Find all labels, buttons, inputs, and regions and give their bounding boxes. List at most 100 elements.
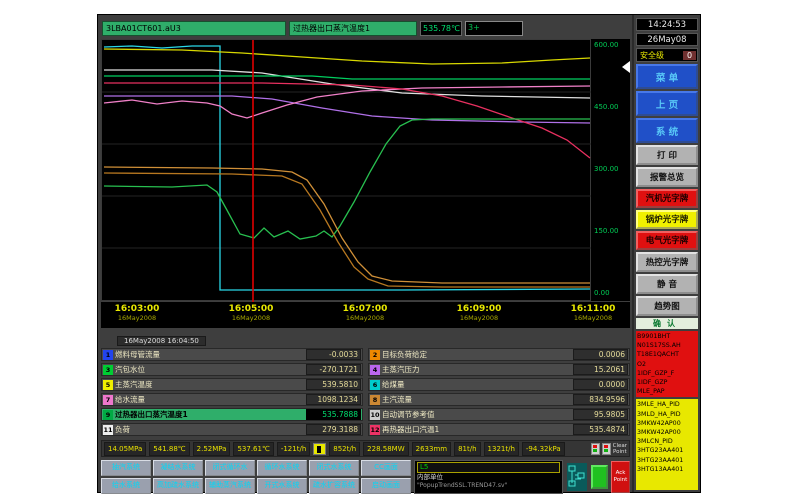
alarm-tag[interactable]: 3MLCN_PID: [637, 437, 697, 446]
trend-plot-area[interactable]: [101, 39, 591, 301]
flowchart-icon[interactable]: [566, 462, 588, 492]
pen9-value: 535.7888: [306, 409, 361, 420]
bottom-bar: 抽汽系统 凝结水系统 闭式循环水 循环水系统 闭式水系统 CC画面 给水系统 高…: [101, 460, 630, 494]
pen-legend-table: 1 燃料母管流量 -0.0033 3 汽包水位 -270.1721 5 主蒸汽温…: [101, 348, 630, 436]
alarm-tag[interactable]: 3MKW42AP00: [637, 419, 697, 428]
clear-point-button[interactable]: ClearPoint: [613, 443, 627, 455]
legend-row-pen9-selected[interactable]: 9 过热器出口蒸汽温度1 535.7888: [101, 408, 363, 421]
status-vacuum: -94.32kPa: [522, 442, 565, 456]
pen4-value: 15.2061: [573, 364, 628, 375]
electrical-annunciator-button[interactable]: 电气光字牌: [636, 231, 698, 250]
legend-row-pen7[interactable]: 7 给水流量 1098.1234: [101, 393, 363, 406]
alarm-tag[interactable]: B9901BHT: [637, 332, 697, 341]
clock-time: 14:24:53: [636, 18, 698, 31]
alarm-tag[interactable]: MLE_PAP: [637, 387, 697, 396]
pen-name-field[interactable]: 过热器出口蒸汽温度1: [289, 21, 417, 36]
clear-point-group[interactable]: ClearPoint: [591, 443, 627, 455]
alarm-tag[interactable]: 3MLD_HA_PID: [637, 410, 697, 419]
pen8-label: 主汽流量: [382, 394, 573, 405]
legend-row-pen5[interactable]: 5 主蒸汽温度 539.5810: [101, 378, 363, 391]
legend-column-left: 1 燃料母管流量 -0.0033 3 汽包水位 -270.1721 5 主蒸汽温…: [101, 348, 363, 436]
pen2-color-chip: 2: [370, 350, 380, 360]
legend-row-pen4[interactable]: 4 主蒸汽压力 15.2061: [368, 363, 630, 376]
nav-btn-5[interactable]: 闭式水系统: [309, 460, 359, 476]
status-value-5: -121t/h: [277, 442, 310, 456]
alarm-tag[interactable]: T18E1QACHT: [637, 350, 697, 359]
alarm-tag[interactable]: O2: [637, 360, 697, 369]
alarm-indicator-box[interactable]: [313, 443, 326, 455]
pen6-label: 给煤量: [382, 379, 573, 390]
time-axis-tick: 16:09:0016May2008: [457, 304, 502, 322]
time-axis-tick: 16:05:0016May2008: [229, 304, 274, 322]
trend-graph-button[interactable]: 趋势图: [636, 296, 698, 316]
pen1-value: -0.0033: [306, 349, 361, 360]
pen4-label: 主蒸汽压力: [382, 364, 573, 375]
legend-row-pen1[interactable]: 1 燃料母管流量 -0.0033: [101, 348, 363, 361]
nav-btn-8[interactable]: 高加疏水系统: [153, 478, 203, 494]
legend-row-pen2[interactable]: 2 目标负荷给定 0.0006: [368, 348, 630, 361]
nav-btn-1[interactable]: 抽汽系统: [101, 460, 151, 476]
system-button[interactable]: 系 统: [636, 118, 698, 143]
legend-row-pen10[interactable]: 10 自动调节参考值 95.9805: [368, 408, 630, 421]
nav-btn-4[interactable]: 循环水系统: [257, 460, 307, 476]
prev-page-button[interactable]: 上 页: [636, 91, 698, 116]
alarm-tag[interactable]: 3HTG13AA401: [637, 465, 697, 474]
nav-btn-11[interactable]: 疏水扩容系统: [309, 478, 359, 494]
clock-date: 26May08: [636, 33, 698, 46]
boiler-annunciator-button[interactable]: 锅炉光字牌: [636, 210, 698, 229]
alarm-tag[interactable]: 3HTG23AA401: [637, 456, 697, 465]
nav-btn-12[interactable]: 启动画面: [361, 478, 411, 494]
pen9-color-chip: 9: [103, 410, 113, 420]
trend-chart: 600.00450.00300.00150.000.00: [101, 39, 632, 301]
legend-row-pen3[interactable]: 3 汽包水位 -270.1721: [101, 363, 363, 376]
green-square-button[interactable]: [591, 465, 608, 489]
ack-point-button[interactable]: AckPoint: [611, 461, 630, 493]
alarm-list-yellow[interactable]: 3MLE_HA_PID 3MLD_HA_PID 3MKW42AP00 3MKW4…: [636, 399, 698, 490]
nav-btn-7[interactable]: 给水系统: [101, 478, 151, 494]
pen1-label: 燃料母管流量: [115, 349, 306, 360]
alarm-summary-button[interactable]: 报警总览: [636, 167, 698, 187]
nav-btn-9[interactable]: 辅助蒸汽系统: [205, 478, 255, 494]
scale-tick: 600.00: [594, 41, 619, 49]
pen8-color-chip: 8: [370, 395, 380, 405]
pen2-value: 0.0006: [573, 349, 628, 360]
pen10-value: 95.9805: [573, 409, 628, 420]
nav-btn-3[interactable]: 闭式循环水: [205, 460, 255, 476]
legend-row-pen6[interactable]: 6 给煤量 0.0000: [368, 378, 630, 391]
alarm-tag[interactable]: N01S17SS.AH: [637, 341, 697, 350]
time-axis-tick: 16:03:0016May2008: [115, 304, 160, 322]
scale-marker-triangle[interactable]: [622, 61, 630, 73]
control-annunciator-button[interactable]: 热控光字牌: [636, 252, 698, 272]
time-axis-tick: 16:11:0016May2008: [571, 304, 616, 322]
turbine-annunciator-button[interactable]: 汽机光字牌: [636, 189, 698, 208]
nav-btn-6[interactable]: CC画面: [361, 460, 411, 476]
legend-row-pen8[interactable]: 8 主汽流量 834.9596: [368, 393, 630, 406]
status-reheat-temp: 537.61℃: [233, 442, 273, 456]
pen4-color-chip: 4: [370, 365, 380, 375]
pen12-value: 535.4874: [573, 424, 628, 435]
status-value-9: 81t/h: [454, 442, 480, 456]
alarm-tag[interactable]: 3HTG23AA401: [637, 446, 697, 455]
pen5-color-chip: 5: [103, 380, 113, 390]
command-input[interactable]: L5: [417, 462, 560, 473]
confirm-strip[interactable]: 确认: [636, 318, 698, 329]
alarm-list-red[interactable]: B9901BHT N01S17SS.AH T18E1QACHT O2 1IDF_…: [636, 331, 698, 397]
alarm-tag[interactable]: 1IDF_GZP: [637, 378, 697, 387]
alarm-tag[interactable]: 3MLE_HA_PID: [637, 400, 697, 409]
nav-btn-2[interactable]: 凝结水系统: [153, 460, 203, 476]
menu-button[interactable]: 菜 单: [636, 64, 698, 89]
alarm-tag[interactable]: 3MKW42AP00: [637, 428, 697, 437]
pen7-label: 给水流量: [115, 394, 306, 405]
pen7-color-chip: 7: [103, 395, 113, 405]
alarm-tag[interactable]: 1IDF_GZP_F: [637, 369, 697, 378]
scale-tick: 0.00: [594, 289, 610, 297]
status-unit-load: 228.58MW: [363, 442, 408, 456]
pen11-color-chip: 11: [103, 425, 113, 435]
pen-tag-field[interactable]: 3LBA01CT601.aU3: [102, 21, 286, 36]
pen-selector-dropdown[interactable]: 3+: [465, 21, 523, 36]
legend-row-pen11[interactable]: 11 负荷 279.3188: [101, 423, 363, 436]
nav-btn-10[interactable]: 开式水系统: [257, 478, 307, 494]
legend-row-pen12[interactable]: 12 再热器出口汽温1 535.4874: [368, 423, 630, 436]
mute-button[interactable]: 静 音: [636, 274, 698, 294]
print-button[interactable]: 打 印: [636, 145, 698, 165]
